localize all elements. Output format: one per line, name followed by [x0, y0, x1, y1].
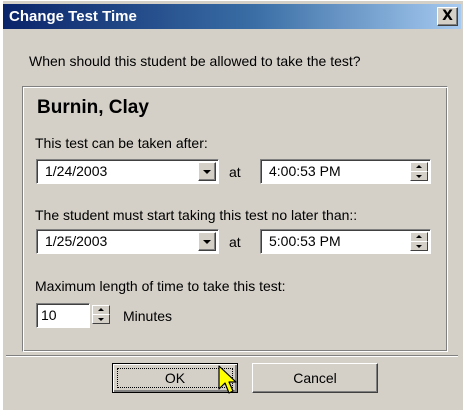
deadline-time-input[interactable]: 5:00:53 PM: [260, 229, 431, 254]
close-icon: X: [442, 8, 453, 24]
divider: [6, 355, 458, 357]
dialog-title: Change Test Time: [9, 8, 137, 25]
question-text: When should this student be allowed to t…: [29, 53, 361, 69]
deadline-label: The student must start taking this test …: [35, 207, 358, 223]
spin-arrows-icon[interactable]: [92, 305, 110, 324]
minutes-label: Minutes: [123, 308, 173, 324]
max-length-value: 10: [41, 307, 57, 323]
chevron-down-icon[interactable]: [198, 232, 216, 251]
after-label: This test can be taken after:: [35, 135, 208, 151]
spin-down-button[interactable]: [92, 314, 110, 324]
deadline-date-value: 1/25/2003: [45, 233, 108, 249]
cancel-button[interactable]: Cancel: [252, 363, 378, 393]
spin-arrows-icon[interactable]: [410, 232, 428, 251]
spin-down-button[interactable]: [410, 241, 428, 251]
cancel-button-label: Cancel: [293, 370, 337, 386]
after-time-input[interactable]: 4:00:53 PM: [260, 159, 431, 184]
chevron-down-icon[interactable]: [198, 162, 216, 181]
deadline-time-value: 5:00:53 PM: [269, 233, 341, 249]
after-date-value: 1/24/2003: [45, 163, 108, 179]
spin-down-button[interactable]: [410, 171, 428, 181]
spin-arrows-icon[interactable]: [410, 162, 428, 181]
deadline-date-combo[interactable]: 1/25/2003: [36, 229, 219, 254]
max-length-input[interactable]: 10: [36, 303, 90, 328]
student-name: Burnin, Clay: [37, 97, 149, 118]
after-at-label: at: [229, 164, 241, 180]
after-date-combo[interactable]: 1/24/2003: [36, 159, 219, 184]
focus-rectangle: [117, 368, 233, 388]
change-test-time-dialog: Change Test Time X When should this stud…: [2, 0, 463, 410]
close-button[interactable]: X: [437, 7, 458, 26]
max-length-label: Maximum length of time to take this test…: [35, 278, 286, 294]
deadline-at-label: at: [229, 234, 241, 250]
mouse-pointer-icon: [218, 365, 237, 394]
title-bar[interactable]: Change Test Time X: [3, 4, 461, 29]
after-time-value: 4:00:53 PM: [269, 163, 341, 179]
